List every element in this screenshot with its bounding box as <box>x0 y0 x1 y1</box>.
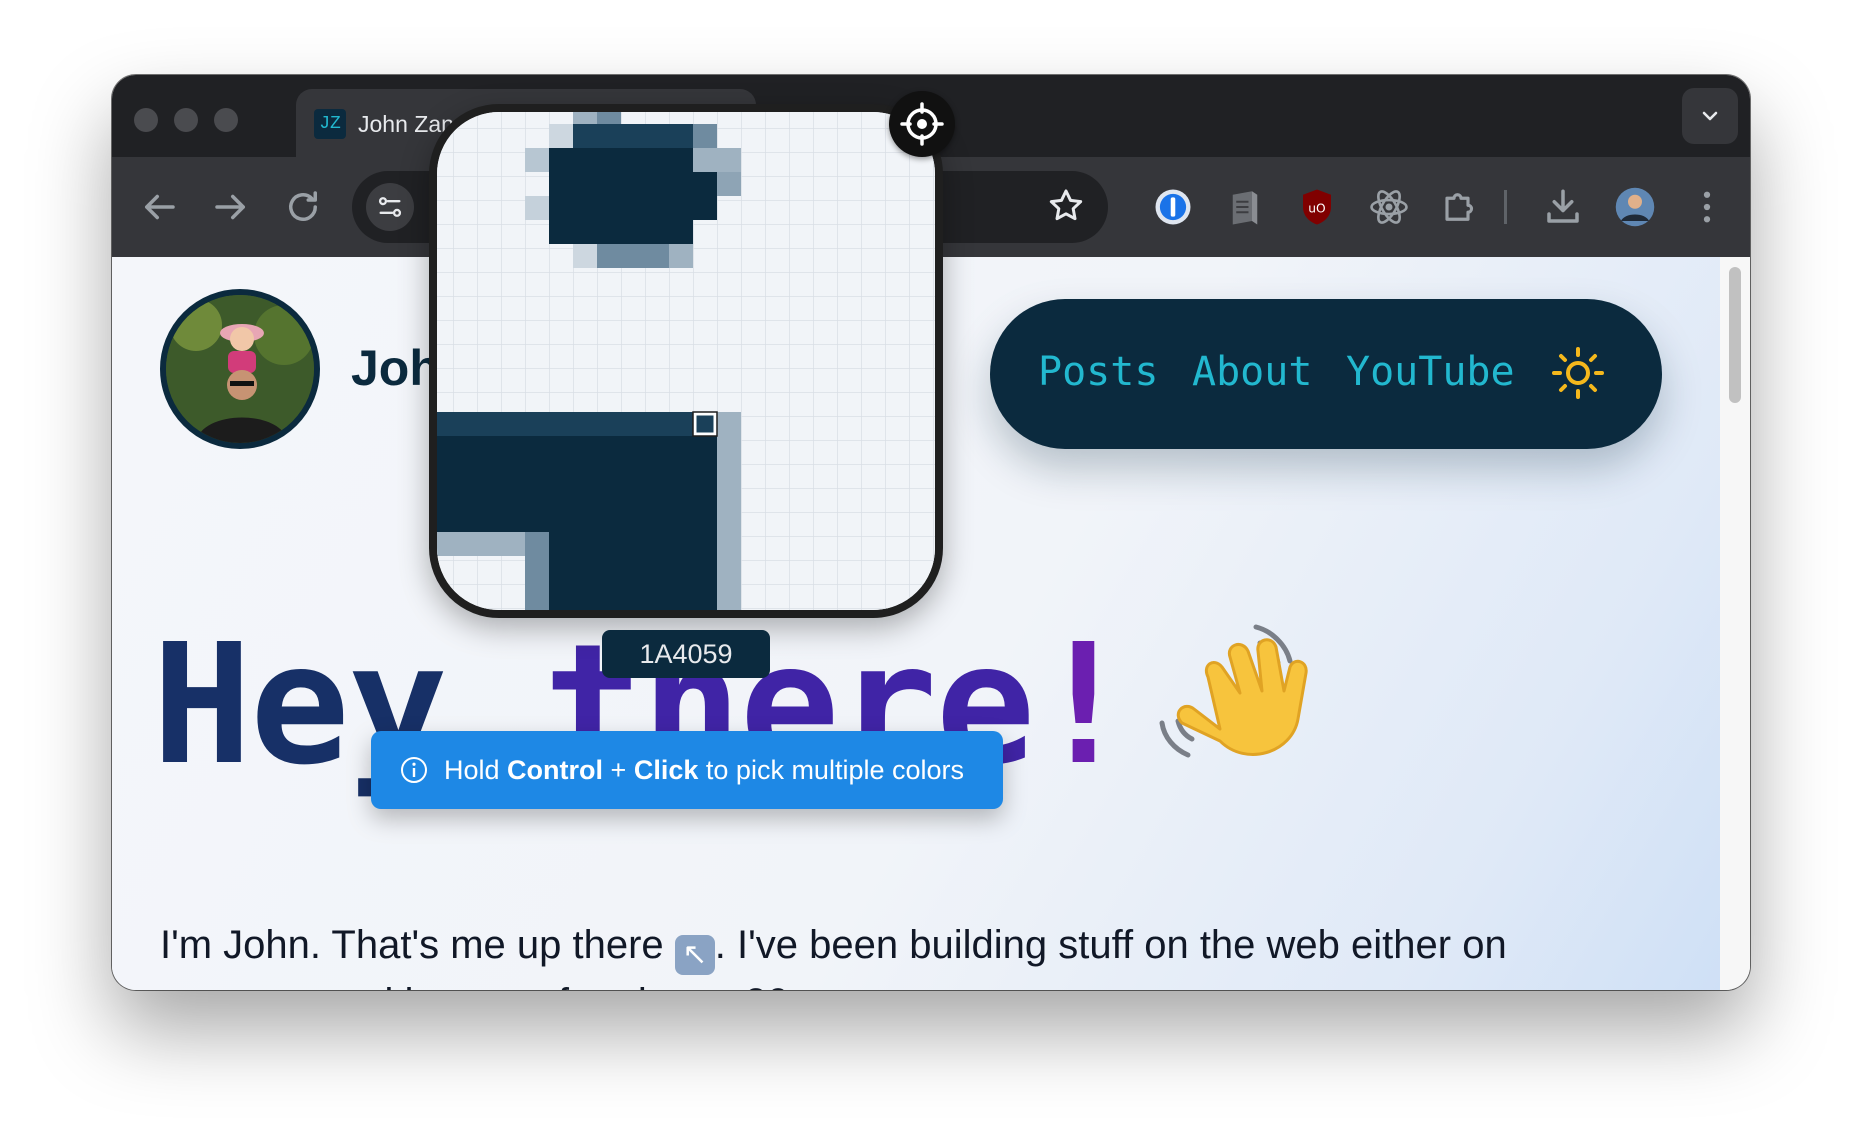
toast-suffix-text: to pick multiple colors <box>705 755 965 785</box>
bookmark-star-icon[interactable] <box>1046 186 1086 226</box>
profile-avatar[interactable] <box>1614 186 1656 228</box>
svg-text:uO: uO <box>1308 201 1325 215</box>
download-icon[interactable] <box>1542 186 1584 228</box>
color-hex-badge: 1A4059 <box>602 630 770 678</box>
forward-icon[interactable] <box>210 186 252 228</box>
site-nav: Posts About YouTube <box>990 299 1662 449</box>
up-left-arrow-icon: ↖ <box>674 935 715 975</box>
react-devtools-icon[interactable] <box>1368 186 1410 228</box>
intro-text-start: I'm John. That's me up there <box>160 923 664 967</box>
reload-icon[interactable] <box>282 186 324 228</box>
site-settings-button[interactable] <box>366 183 414 231</box>
nav-posts-link[interactable]: Posts <box>1038 349 1158 395</box>
intro-paragraph: I'm John. That's me up there ↖. I've bee… <box>160 917 1507 990</box>
toast-hold-text: Hold <box>444 755 500 785</box>
info-icon <box>401 757 427 783</box>
back-icon[interactable] <box>138 186 180 228</box>
minimize-window-button[interactable] <box>174 108 198 132</box>
toast-key-click: Click <box>633 755 699 785</box>
tune-icon <box>378 197 402 217</box>
scrollbar-thumb[interactable] <box>1729 267 1741 403</box>
toast-message: Hold Control + Click to pick multiple co… <box>444 731 964 809</box>
reader-icon[interactable] <box>1224 186 1266 228</box>
nav-youtube-link[interactable]: YouTube <box>1346 349 1515 395</box>
intro-text-end: . I've been building stuff on the web ei… <box>714 923 1507 967</box>
onepassword-icon[interactable] <box>1152 186 1194 228</box>
tab-search-button[interactable] <box>1682 88 1738 144</box>
multi-pick-toast: Hold Control + Click to pick multiple co… <box>371 731 1003 809</box>
hero-exclamation: ! <box>1033 609 1133 802</box>
sun-icon[interactable] <box>1550 345 1606 401</box>
tab-favicon: JZ <box>314 109 346 139</box>
toolbar-divider <box>1504 190 1507 224</box>
page-scrollbar[interactable] <box>1720 257 1750 990</box>
avatar[interactable] <box>160 289 320 449</box>
more-menu-icon[interactable] <box>1686 186 1728 228</box>
waving-hand-icon <box>1152 613 1328 789</box>
ublock-icon[interactable]: uO <box>1296 186 1338 228</box>
extensions-icon[interactable] <box>1440 186 1482 228</box>
chevron-down-icon <box>1702 111 1718 121</box>
toast-key-control: Control <box>507 755 604 785</box>
crosshair-icon[interactable] <box>889 91 955 157</box>
toast-plus-text: + <box>610 755 627 785</box>
nav-about-link[interactable]: About <box>1192 349 1312 395</box>
intro-text-line2: my own or with teams for almost 20 years… <box>160 981 909 990</box>
close-window-button[interactable] <box>134 108 158 132</box>
color-picker-magnifier <box>429 104 943 618</box>
zoom-window-button[interactable] <box>214 108 238 132</box>
